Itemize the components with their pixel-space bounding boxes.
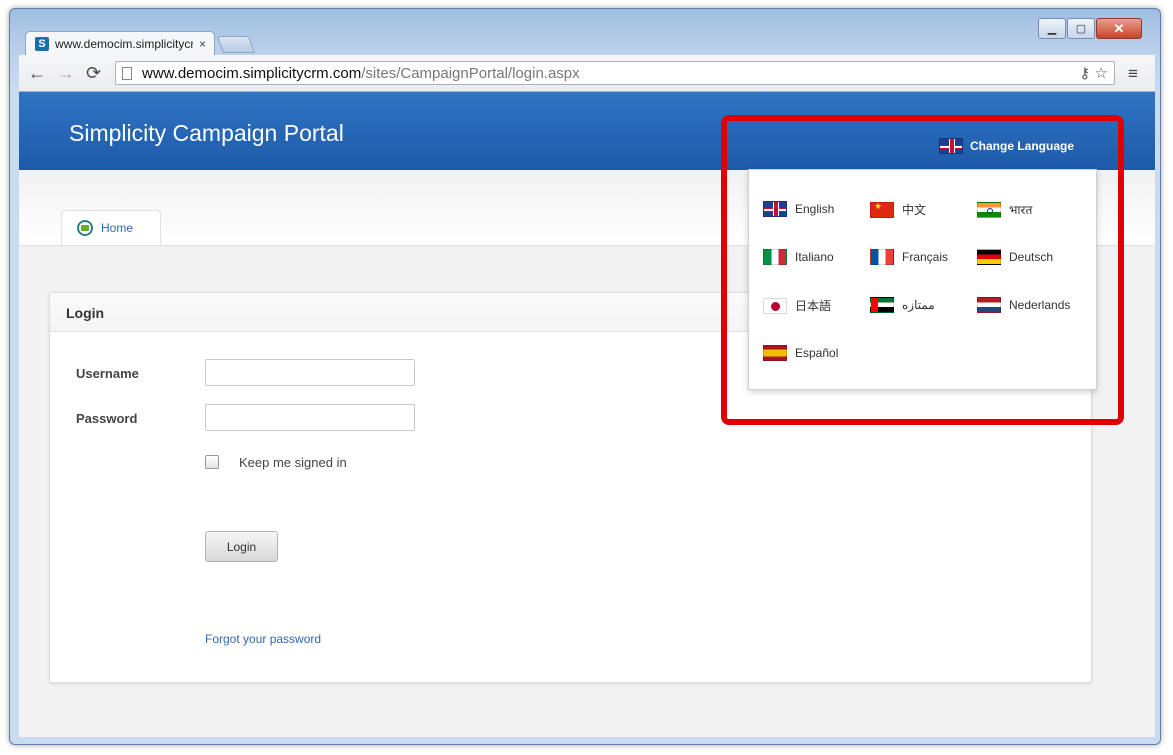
language-option-hindi[interactable]: भारत (977, 201, 1032, 218)
page-icon (122, 66, 132, 80)
bookmark-star-icon[interactable]: ☆ (1095, 65, 1108, 82)
browser-toolbar: ← → ⟳ www.democim.simplicitycrm.com /sit… (19, 55, 1155, 92)
language-label: Français (902, 250, 949, 264)
language-label: 中文 (902, 203, 927, 217)
tab-title: www.democim.simplicitycrm.com/sites/Camp… (55, 36, 193, 51)
minimize-button[interactable]: ▁ (1038, 18, 1066, 39)
language-label: Deutsch (1009, 250, 1054, 264)
reload-icon[interactable]: ⟳ (86, 63, 101, 84)
netherlands-flag-icon (977, 297, 1001, 313)
tab-home-label: Home (101, 221, 134, 235)
keep-signed-in-label: Keep me signed in (239, 455, 347, 470)
close-window-button[interactable]: ✕ (1096, 18, 1142, 39)
spain-flag-icon (763, 345, 787, 361)
page-title: Simplicity Campaign Portal (69, 120, 344, 146)
address-bar[interactable]: www.democim.simplicitycrm.com /sites/Cam… (115, 61, 1115, 85)
language-option-german[interactable]: Deutsch (977, 249, 1053, 265)
omnibox-icons: ⚷ ☆ (1079, 64, 1108, 82)
language-option-dutch[interactable]: Nederlands (977, 297, 1070, 313)
language-option-italian[interactable]: Italiano (763, 249, 834, 265)
login-button[interactable]: Login (205, 531, 278, 562)
url-host: www.democim.simplicitycrm.com (142, 64, 362, 82)
maximize-button[interactable]: ▢ (1067, 18, 1095, 39)
language-option-arabic[interactable]: ممتازه (870, 297, 935, 313)
language-option-spanish[interactable]: Español (763, 345, 838, 361)
new-tab-button[interactable] (216, 36, 256, 53)
url-path: /sites/CampaignPortal/login.aspx (361, 64, 580, 82)
language-label: English (795, 202, 835, 216)
tab-home[interactable]: Home (61, 210, 161, 245)
uk-flag-icon (939, 138, 963, 154)
change-language-label: Change Language (970, 139, 1075, 153)
language-option-japanese[interactable]: 日本語 (763, 297, 831, 314)
language-label: 日本語 (795, 299, 832, 313)
browser-menu-icon[interactable]: ≡ (1128, 64, 1138, 84)
tab-close-icon[interactable]: × (199, 37, 206, 51)
forward-icon[interactable]: → (57, 63, 75, 84)
language-label: Español (795, 346, 839, 360)
language-label: भारत (1009, 203, 1033, 217)
password-label: Password (76, 411, 138, 426)
back-icon[interactable]: ← (28, 63, 46, 84)
france-flag-icon (870, 249, 894, 265)
key-icon[interactable]: ⚷ (1079, 65, 1090, 82)
portal-header: Simplicity Campaign Portal Change Langua… (19, 92, 1155, 170)
site-favicon-icon: S (35, 36, 49, 51)
home-icon (77, 220, 93, 236)
password-input[interactable] (205, 404, 415, 431)
language-label: Italiano (795, 250, 834, 264)
forgot-password-link[interactable]: Forgot your password (205, 632, 321, 646)
uae-flag-icon (870, 297, 894, 313)
window-controls: ▁ ▢ ✕ (1037, 18, 1142, 39)
uk-flag-icon (763, 201, 787, 217)
japan-flag-icon (763, 297, 787, 314)
change-language-button[interactable]: Change Language (939, 138, 1074, 154)
keep-signed-in-checkbox[interactable] (205, 455, 219, 469)
browser-tab[interactable]: S www.democim.simplicitycrm.com/sites/Ca… (25, 31, 215, 55)
language-dropdown: English 中文 भारत Italiano Français Deutsc… (748, 169, 1097, 390)
language-label: Nederlands (1009, 298, 1071, 312)
language-label: ممتازه (902, 298, 935, 312)
username-input[interactable] (205, 359, 415, 386)
italy-flag-icon (763, 249, 787, 265)
india-flag-icon (977, 201, 1001, 218)
username-label: Username (76, 366, 139, 381)
login-panel-title: Login (66, 305, 105, 321)
language-option-english[interactable]: English (763, 201, 834, 217)
germany-flag-icon (977, 249, 1001, 265)
page-viewport: Simplicity Campaign Portal Change Langua… (19, 92, 1155, 737)
language-option-chinese[interactable]: 中文 (870, 201, 926, 218)
china-flag-icon (870, 201, 894, 218)
language-option-french[interactable]: Français (870, 249, 948, 265)
